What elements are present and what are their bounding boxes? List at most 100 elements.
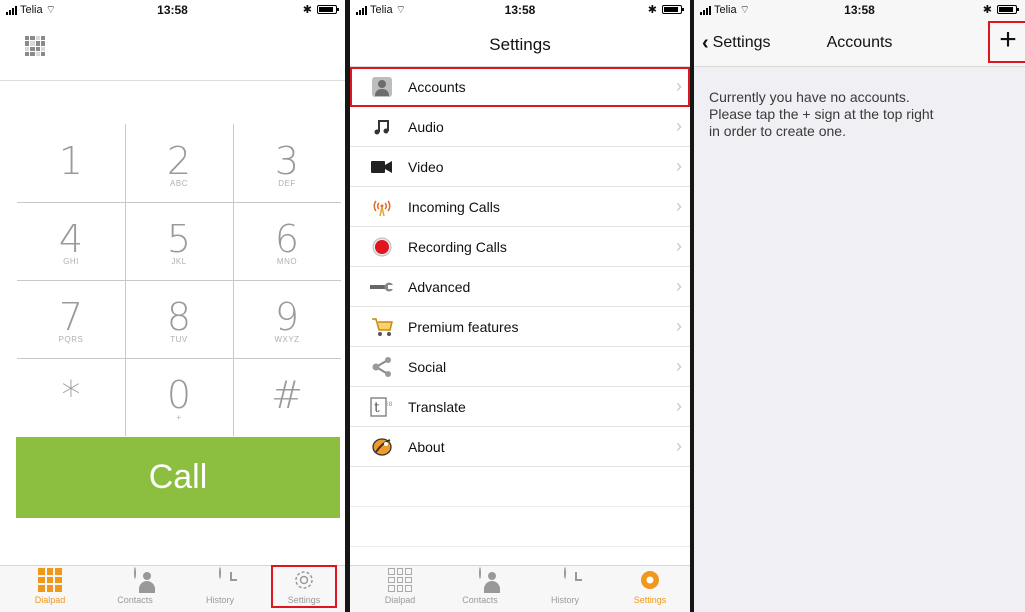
settings-item-translate[interactable]: t i8 Translate › — [350, 387, 690, 427]
number-display-divider — [0, 80, 345, 81]
key-4[interactable]: 4 GHI — [17, 202, 125, 280]
dialpad-grid-icon — [38, 568, 62, 592]
music-note-icon — [370, 115, 394, 139]
status-right: ✱ — [647, 3, 684, 16]
tab-label: History — [550, 595, 579, 605]
contacts-icon — [134, 567, 136, 579]
clock: 13:58 — [844, 3, 875, 17]
chevron-right-icon: › — [676, 396, 682, 416]
battery-icon — [662, 5, 684, 14]
clock: 13:58 — [504, 3, 536, 17]
history-clock-icon — [564, 567, 566, 579]
settings-item-social[interactable]: Social › — [350, 347, 690, 387]
chevron-right-icon: › — [676, 276, 682, 296]
tab-contacts[interactable]: Contacts — [105, 567, 165, 605]
settings-item-label: About — [408, 438, 445, 455]
settings-item-label: Audio — [408, 118, 444, 135]
status-right: ✱ — [982, 3, 1019, 16]
clock: 13:58 — [157, 3, 188, 17]
about-icon — [370, 435, 394, 459]
empty-row — [350, 507, 690, 547]
bluetooth-icon: ✱ — [302, 4, 312, 16]
qr-code-icon[interactable] — [25, 36, 45, 56]
svg-text:i8: i8 — [387, 401, 393, 408]
gear-icon — [641, 571, 659, 589]
settings-item-label: Social — [408, 358, 447, 375]
bluetooth-icon: ✱ — [647, 4, 657, 16]
key-7[interactable]: 7 PQRS — [17, 280, 125, 358]
settings-item-label: Incoming Calls — [408, 198, 500, 215]
translate-icon: t i8 — [370, 395, 394, 419]
svg-text:t: t — [374, 400, 380, 416]
settings-item-video[interactable]: Video › — [350, 147, 690, 187]
key-9[interactable]: 9 WXYZ — [233, 280, 341, 358]
chevron-right-icon: › — [676, 76, 682, 96]
key-0[interactable]: 0 + — [125, 358, 233, 436]
tab-settings[interactable]: Settings — [271, 565, 337, 608]
empty-row — [350, 467, 690, 507]
call-button[interactable]: Call — [16, 437, 340, 518]
video-camera-icon — [370, 155, 394, 179]
tab-settings[interactable]: Settings — [620, 568, 680, 605]
settings-item-advanced[interactable]: Advanced › — [350, 267, 690, 307]
battery-icon — [317, 5, 339, 14]
empty-state-message: Currently you have no accounts. Please t… — [709, 89, 934, 139]
settings-item-label: Recording Calls — [408, 238, 507, 255]
key-3[interactable]: 3 DEF — [233, 124, 341, 202]
settings-item-incoming-calls[interactable]: Incoming Calls › — [350, 187, 690, 227]
settings-item-premium-features[interactable]: Premium features › — [350, 307, 690, 347]
battery-icon — [997, 5, 1019, 14]
status-right: ✱ — [302, 3, 339, 16]
tab-dialpad[interactable]: Dialpad — [370, 568, 430, 605]
chevron-right-icon: › — [676, 436, 682, 456]
settings-screen: Telia ⌔ 13:58 ✱ Settings Accounts › Audi… — [350, 0, 690, 612]
antenna-icon — [370, 195, 394, 219]
tab-bar: Dialpad Contacts History Settings — [0, 565, 345, 612]
settings-item-audio[interactable]: Audio › — [350, 107, 690, 147]
tab-label: History — [205, 595, 234, 605]
bluetooth-icon: ✱ — [982, 4, 992, 16]
tab-label: Dialpad — [384, 595, 416, 605]
key-5[interactable]: 5 JKL — [125, 202, 233, 280]
dialpad-screen: Telia ⌔ 13:58 ✱ 1 2 ABC 3 DEF 4 GHI 5 JKL 6M… — [0, 0, 345, 612]
key-star[interactable]: * — [17, 358, 125, 436]
tab-label: Dialpad — [34, 595, 66, 605]
key-2[interactable]: 2 ABC — [125, 124, 233, 202]
settings-item-about[interactable]: About › — [350, 427, 690, 467]
settings-item-label: Advanced — [408, 278, 471, 295]
key-8[interactable]: 8 TUV — [125, 280, 233, 358]
keypad: 1 2 ABC 3 DEF 4 GHI 5 JKL 6 MNO 7 PQRS 8 TUV 9W… — [17, 124, 341, 436]
accounts-screen: Telia ⌔ 13:58 ✱ ‹ Settings Accounts + Cu… — [694, 0, 1025, 612]
tab-label: Settings — [633, 595, 667, 605]
add-account-button[interactable]: + — [988, 21, 1025, 63]
status-bar: Telia ⌔ 13:58 ✱ — [350, 0, 690, 22]
dialpad-grid-icon — [388, 568, 412, 592]
tab-label: Contacts — [462, 595, 498, 605]
tab-history[interactable]: History — [535, 567, 595, 605]
tab-history[interactable]: History — [190, 567, 250, 605]
settings-item-accounts[interactable]: Accounts › — [350, 67, 690, 107]
key-hash[interactable]: # — [233, 358, 341, 436]
contacts-icon — [479, 567, 481, 579]
three-screen-composite: Telia ⌔ 13:58 ✱ 1 2 ABC 3 DEF 4 GHI 5 JKL 6M… — [0, 0, 1025, 612]
key-6[interactable]: 6 MNO — [233, 202, 341, 280]
gear-icon — [295, 571, 313, 589]
share-icon — [370, 355, 394, 379]
settings-item-recording-calls[interactable]: Recording Calls › — [350, 227, 690, 267]
cart-icon — [370, 315, 394, 339]
chevron-right-icon: › — [676, 196, 682, 216]
settings-item-label: Translate — [408, 398, 466, 415]
tab-dialpad[interactable]: Dialpad — [20, 568, 80, 605]
history-clock-icon — [219, 567, 221, 579]
record-icon — [370, 235, 394, 259]
tab-bar: Dialpad Contacts History Settings — [350, 565, 690, 612]
key-1[interactable]: 1 — [17, 124, 125, 202]
status-bar: Telia ⌔ 13:58 ✱ — [694, 0, 1025, 22]
settings-item-label: Accounts — [408, 78, 466, 95]
chevron-right-icon: › — [676, 236, 682, 256]
chevron-right-icon: › — [676, 316, 682, 336]
wrench-icon — [370, 275, 394, 299]
page-title: Settings — [350, 22, 690, 67]
navigation-bar: ‹ Settings Accounts + — [694, 21, 1025, 67]
tab-contacts[interactable]: Contacts — [450, 567, 510, 605]
